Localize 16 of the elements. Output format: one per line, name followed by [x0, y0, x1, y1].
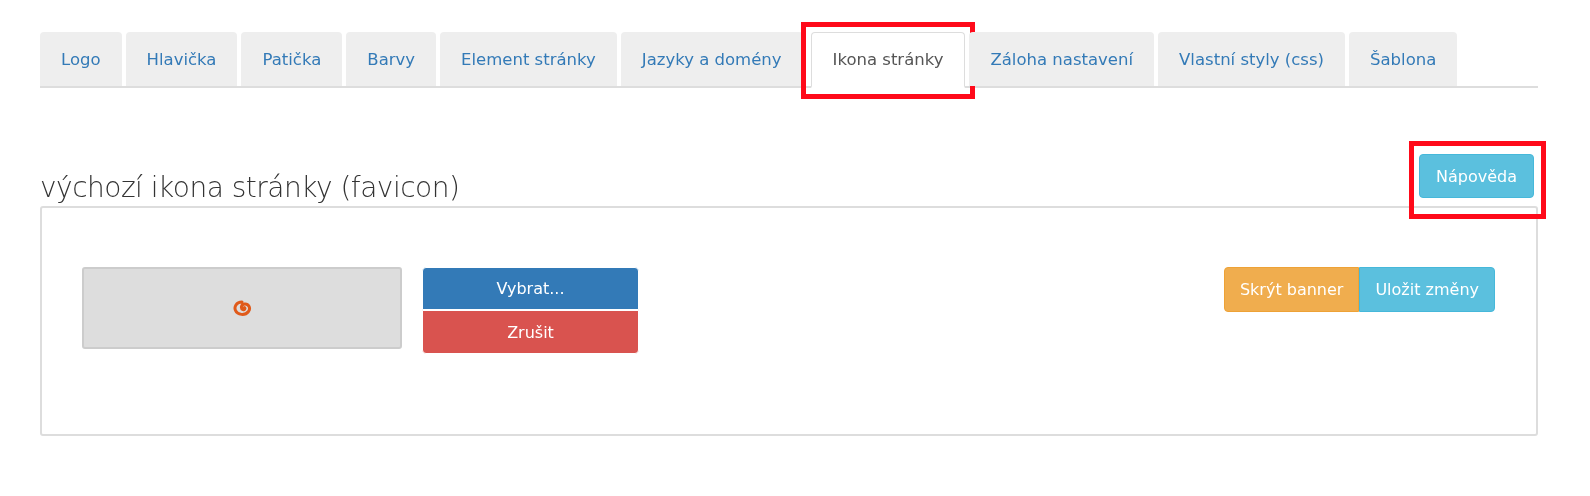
tab[interactable]: Patička [241, 32, 343, 86]
cancel-button[interactable]: Zrušit [422, 310, 639, 354]
section-heading: výchozí ikona stránky (favicon) [40, 171, 460, 204]
swirl-icon [232, 299, 252, 317]
tab[interactable]: Ikona stránky [810, 32, 966, 88]
help-button[interactable]: Nápověda [1419, 154, 1534, 198]
tab[interactable]: Šablona [1349, 32, 1458, 86]
tab[interactable]: Element stránky [440, 32, 617, 86]
tab[interactable]: Barvy [346, 32, 437, 86]
tab[interactable]: Hlavička [125, 32, 238, 86]
tab[interactable]: Vlastní styly (css) [1158, 32, 1345, 86]
tab[interactable]: Jazyky a domény [620, 32, 803, 86]
action-button[interactable]: Uložit změny [1359, 267, 1495, 312]
select-button[interactable]: Vybrat... [422, 267, 639, 310]
tab[interactable]: Logo [40, 32, 122, 86]
tab[interactable]: Záloha nastavení [969, 32, 1155, 86]
